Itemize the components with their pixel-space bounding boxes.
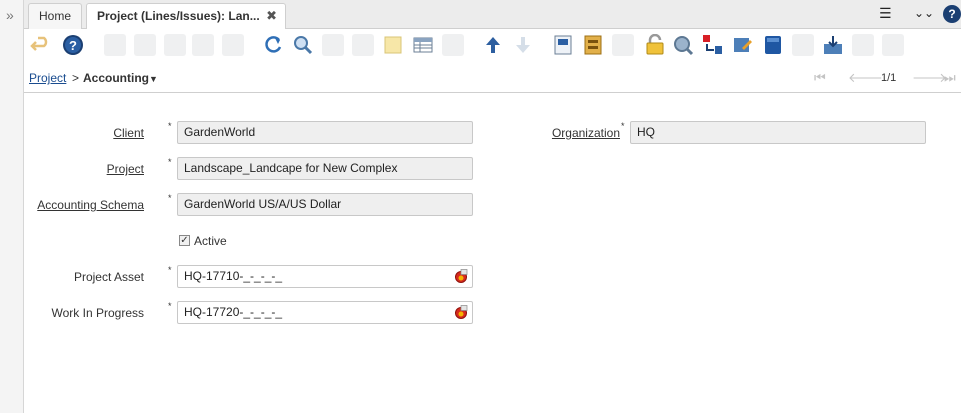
delete-icon[interactable] xyxy=(192,34,214,56)
tab-home[interactable]: Home xyxy=(28,3,82,29)
project-asset-label: Project Asset xyxy=(73,270,144,284)
undo-icon[interactable] xyxy=(30,34,52,56)
grid-toggle-icon[interactable] xyxy=(412,34,434,56)
last-record-icon[interactable]: ⏭ xyxy=(944,70,956,86)
close-tab-icon[interactable]: ✖ xyxy=(266,4,277,28)
organization-field[interactable]: HQ xyxy=(630,121,926,144)
window-tab-bar: Home Project (Lines/Issues): Lan... ✖ ☰ … xyxy=(24,0,961,29)
help-icon[interactable]: ? xyxy=(943,5,961,23)
accounting-schema-label[interactable]: Accounting Schema xyxy=(37,198,144,212)
new-record-icon[interactable] xyxy=(104,34,126,56)
chevron-down-icon[interactable]: ⌄⌄ xyxy=(914,6,934,20)
client-field[interactable]: GardenWorld xyxy=(177,121,473,144)
request-icon[interactable] xyxy=(702,34,724,56)
required-marker: * xyxy=(168,193,172,203)
tab-project-accounting[interactable]: Project (Lines/Issues): Lan... ✖ xyxy=(86,3,286,29)
quick-form-icon[interactable] xyxy=(882,34,904,56)
breadcrumb-current-label: Accounting xyxy=(83,71,149,85)
work-in-progress-field[interactable]: HQ-17720-_-_-_-_ xyxy=(177,301,473,324)
breadcrumb: Project > Accounting▼ ⏮ 🡐 1/1 🡒 ⏭ xyxy=(24,62,961,93)
delete-selection-icon[interactable] xyxy=(222,34,244,56)
export-icon[interactable] xyxy=(822,34,844,56)
tab-active-label: Project (Lines/Issues): Lan... xyxy=(97,9,260,23)
organization-label[interactable]: Organization xyxy=(552,126,620,140)
project-asset-value: HQ-17710-_-_-_-_ xyxy=(184,269,283,283)
detail-record-icon[interactable] xyxy=(512,34,534,56)
multi-record-icon[interactable] xyxy=(442,34,464,56)
project-label[interactable]: Project xyxy=(107,162,144,176)
client-label[interactable]: Client xyxy=(113,126,144,140)
breadcrumb-current[interactable]: Accounting▼ xyxy=(83,71,158,85)
first-record-icon[interactable]: ⏮ xyxy=(814,70,826,86)
archive-icon[interactable] xyxy=(582,34,604,56)
customize-icon[interactable] xyxy=(852,34,874,56)
required-marker: * xyxy=(168,157,172,167)
toolbar: ? xyxy=(24,29,961,61)
post-it-icon[interactable] xyxy=(382,34,404,56)
west-panel-collapsed: » xyxy=(0,0,24,413)
find-icon[interactable] xyxy=(292,34,314,56)
save-icon[interactable] xyxy=(164,34,186,56)
parent-record-icon[interactable] xyxy=(482,34,504,56)
tab-home-label: Home xyxy=(39,9,72,23)
account-combination-icon[interactable] xyxy=(454,305,468,319)
required-marker: * xyxy=(621,121,625,131)
copy-record-icon[interactable] xyxy=(134,34,156,56)
product-info-icon[interactable] xyxy=(732,34,754,56)
work-in-progress-label: Work In Progress xyxy=(51,306,144,320)
active-checkbox[interactable]: ✓ xyxy=(179,235,190,246)
next-record-icon[interactable]: 🡒 xyxy=(912,70,947,86)
menu-icon[interactable]: ☰ xyxy=(879,5,892,22)
svg-text:?: ? xyxy=(69,38,77,53)
required-marker: * xyxy=(168,265,172,275)
refresh-icon[interactable] xyxy=(262,34,284,56)
workflow-icon[interactable] xyxy=(762,34,784,56)
report-icon[interactable] xyxy=(552,34,574,56)
project-field[interactable]: Landscape_Landcape for New Complex xyxy=(177,157,473,180)
process-gear-icon[interactable] xyxy=(792,34,814,56)
caret-down-icon: ▼ xyxy=(149,74,158,84)
required-marker: * xyxy=(168,301,172,311)
chat-icon[interactable] xyxy=(352,34,374,56)
required-marker: * xyxy=(168,121,172,131)
accounting-form: Client * GardenWorld Organization * HQ P… xyxy=(24,93,961,413)
zoom-across-icon[interactable] xyxy=(672,34,694,56)
print-icon[interactable] xyxy=(612,34,634,56)
help-toolbar-icon[interactable]: ? xyxy=(62,34,84,56)
work-in-progress-value: HQ-17720-_-_-_-_ xyxy=(184,305,283,319)
attachment-icon[interactable] xyxy=(322,34,344,56)
project-asset-field[interactable]: HQ-17710-_-_-_-_ xyxy=(177,265,473,288)
account-combination-icon[interactable] xyxy=(454,269,468,283)
lock-icon[interactable] xyxy=(644,34,666,56)
breadcrumb-parent-link[interactable]: Project xyxy=(29,71,66,85)
active-label: Active xyxy=(194,234,227,248)
breadcrumb-separator: > xyxy=(72,71,80,85)
expand-panel-icon[interactable]: » xyxy=(6,8,14,22)
record-position: 1/1 xyxy=(881,72,897,84)
accounting-schema-field[interactable]: GardenWorld US/A/US Dollar xyxy=(177,193,473,216)
previous-record-icon[interactable]: 🡐 xyxy=(848,70,883,86)
